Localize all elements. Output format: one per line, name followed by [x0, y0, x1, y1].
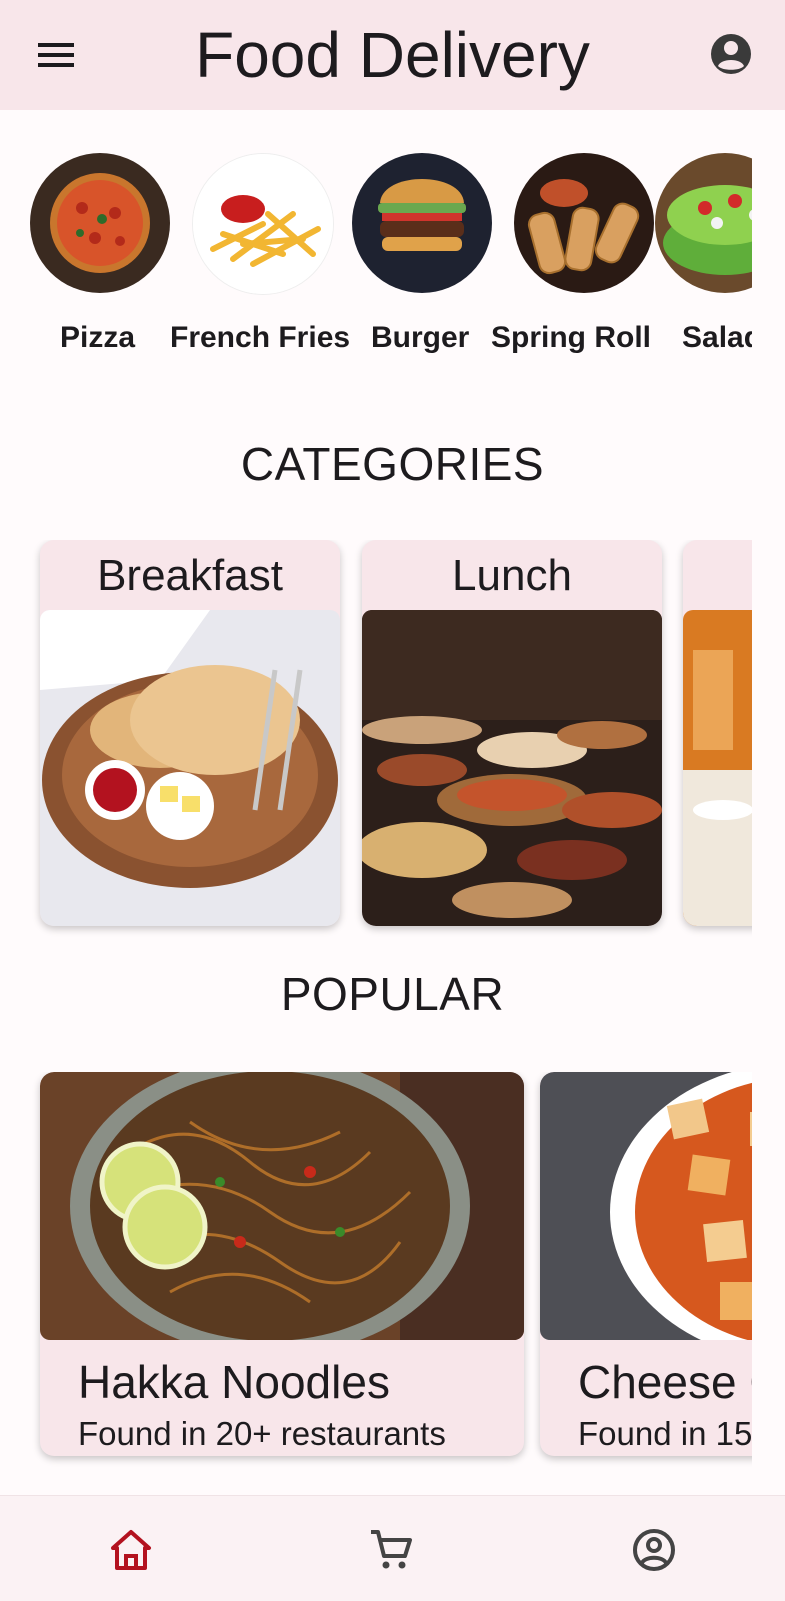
dish-label: Pizza — [60, 321, 136, 354]
category-label: Lunch — [452, 551, 572, 600]
french-fries-image — [192, 153, 334, 295]
dinner-image — [683, 610, 752, 926]
category-carousel: Breakfast Lunch — [0, 540, 752, 940]
dish-label: Spring Roll — [491, 321, 651, 354]
popular-item-name: Hakka Noodles — [78, 1356, 390, 1408]
popular-item-subtitle: Found in 15+ restaurants — [578, 1415, 752, 1452]
dish-label: Salad — [682, 321, 752, 354]
dish-label: French Fries — [170, 321, 351, 354]
popular-card-cheese-chilli[interactable]: Cheese Chilli Found in 15+ restaurants — [540, 1072, 752, 1456]
category-label: Breakfast — [97, 551, 283, 600]
dish-label: Burger — [371, 321, 470, 354]
breakfast-image — [40, 610, 340, 926]
salad-image — [655, 153, 752, 293]
popular-card-hakka-noodles[interactable]: Hakka Noodles Found in 20+ restaurants — [40, 1072, 524, 1456]
category-card-dinner[interactable] — [683, 540, 752, 926]
popular-item-subtitle: Found in 20+ restaurants — [78, 1415, 446, 1452]
dish-carousel: Pizza French Fries Burger Spring Roll Sa… — [0, 153, 752, 373]
cheese-chilli-image — [540, 1072, 752, 1340]
home-icon[interactable] — [107, 1526, 155, 1574]
account-circle-icon[interactable] — [707, 30, 755, 78]
bottom-navigation — [0, 1495, 785, 1601]
burger-image — [352, 153, 492, 293]
popular-item-name: Cheese Chilli — [578, 1356, 752, 1408]
popular-title: POPULAR — [280, 968, 505, 1020]
lunch-image — [362, 610, 662, 926]
profile-icon[interactable] — [630, 1526, 678, 1574]
app-bar: Food Delivery — [0, 0, 785, 110]
categories-title: CATEGORIES — [240, 438, 545, 490]
pizza-image — [30, 153, 170, 293]
app-title: Food Delivery — [195, 19, 590, 91]
spring-roll-image — [514, 153, 654, 293]
popular-carousel: Hakka Noodles Found in 20+ restaurants C… — [0, 1072, 752, 1472]
cart-icon[interactable] — [367, 1526, 415, 1574]
hakka-noodles-image — [40, 1072, 524, 1340]
category-card-breakfast[interactable]: Breakfast — [40, 540, 340, 926]
category-card-lunch[interactable]: Lunch — [362, 540, 662, 926]
